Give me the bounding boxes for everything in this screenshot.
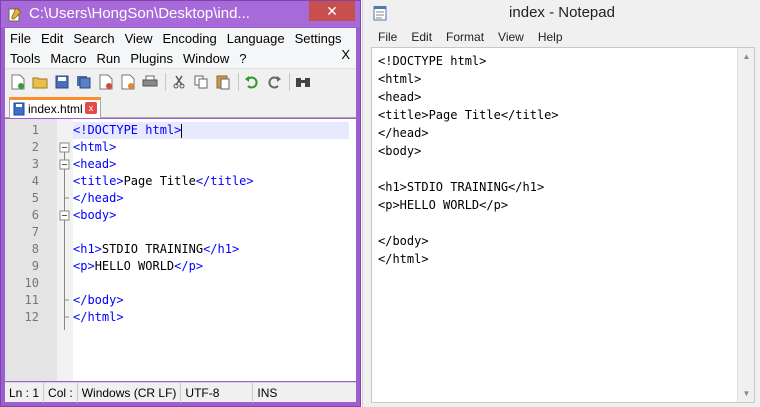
save-all-icon[interactable]	[75, 73, 93, 91]
menu-macro[interactable]: Macro	[45, 51, 91, 66]
menu-language[interactable]: Language	[222, 31, 290, 46]
menu-edit[interactable]: Edit	[36, 31, 68, 46]
line-number: 7	[31, 225, 39, 239]
menu-file[interactable]: File	[5, 31, 36, 46]
menu-edit[interactable]: Edit	[404, 30, 439, 44]
close-all-icon[interactable]	[119, 73, 137, 91]
document-tabs: index.html x	[5, 94, 356, 118]
cut-icon[interactable]	[170, 73, 188, 91]
notepadpp-window: C:\Users\HongSon\Desktop\ind... ✕ File E…	[0, 0, 361, 407]
code-line: <head>	[73, 157, 117, 171]
vertical-scrollbar[interactable]: ▲ ▼	[737, 48, 754, 402]
code-line: <html>	[73, 140, 117, 154]
status-bar: Ln : 1 Col : Windows (CR LF) UTF-8 INS	[5, 382, 356, 403]
line-number: 8	[31, 242, 39, 256]
title-bar[interactable]: C:\Users\HongSon\Desktop\ind... ✕	[1, 1, 360, 27]
line-number: 2	[31, 140, 39, 154]
file-saved-icon	[13, 102, 25, 116]
code-line: <h1>STDIO TRAINING</h1>	[73, 242, 240, 256]
fold-margin	[57, 119, 73, 381]
menu-bar: File Edit Search View Encoding Language …	[5, 28, 356, 68]
code-line: </html>	[73, 310, 124, 324]
new-file-icon[interactable]	[9, 73, 27, 91]
menu-help[interactable]: Help	[531, 30, 570, 44]
undo-icon[interactable]	[243, 73, 261, 91]
copy-icon[interactable]	[192, 73, 210, 91]
toolbar-divider	[238, 72, 239, 91]
menu-file[interactable]: File	[371, 30, 404, 44]
line-number: 3	[31, 157, 39, 171]
code-editor[interactable]: 1 2 3 4 5 6 7 8 9 10 11 12 <!DOCTYPE htm…	[5, 119, 356, 381]
title-bar[interactable]: index - Notepad	[363, 0, 760, 26]
menu-encoding[interactable]: Encoding	[158, 31, 222, 46]
menu-settings[interactable]: Settings	[290, 31, 347, 46]
menu-view[interactable]: View	[491, 30, 531, 44]
code-line: <title>Page Title</title>	[73, 174, 254, 188]
menu-row-2: Tools Macro Run Plugins Window ?	[5, 48, 251, 68]
line-number: 4	[31, 174, 39, 188]
find-icon[interactable]	[294, 73, 312, 91]
open-file-icon[interactable]	[31, 73, 49, 91]
status-column: Col :	[44, 382, 78, 403]
tab-index-html[interactable]: index.html x	[9, 97, 101, 118]
code-line: <p>HELLO WORLD</p>	[73, 259, 204, 273]
code-line: <body>	[73, 208, 117, 222]
save-icon[interactable]	[53, 73, 71, 91]
line-number: 9	[31, 259, 39, 273]
close-file-icon[interactable]	[97, 73, 115, 91]
menu-format[interactable]: Format	[439, 30, 491, 44]
text-editor[interactable]: <!DOCTYPE html> <html> <head> <title>Pag…	[371, 47, 755, 403]
menu-plugins[interactable]: Plugins	[125, 51, 178, 66]
close-window-button[interactable]: ✕	[309, 1, 355, 21]
line-number: 11	[24, 293, 39, 307]
menu-tools[interactable]: Tools	[5, 51, 45, 66]
status-insert-mode: INS	[257, 385, 278, 400]
print-icon[interactable]	[141, 73, 159, 91]
code-line: <!DOCTYPE html>	[73, 122, 349, 139]
code-area[interactable]: <!DOCTYPE html> <html> <head> <title>Pag…	[73, 119, 356, 381]
line-number: 6	[31, 208, 39, 222]
scroll-up-icon[interactable]: ▲	[738, 48, 755, 65]
text-content[interactable]: <!DOCTYPE html> <html> <head> <title>Pag…	[378, 52, 728, 397]
tab-label: index.html	[28, 102, 83, 116]
code-line: </body>	[73, 293, 124, 307]
line-number: 1	[31, 123, 39, 137]
close-document-button[interactable]: X	[341, 47, 350, 62]
menu-window[interactable]: Window	[178, 51, 234, 66]
line-number-gutter: 1 2 3 4 5 6 7 8 9 10 11 12	[5, 119, 57, 381]
menu-view[interactable]: View	[120, 31, 158, 46]
line-number: 12	[24, 310, 39, 324]
redo-icon[interactable]	[265, 73, 283, 91]
scroll-down-icon[interactable]: ▼	[738, 385, 755, 402]
line-number: 5	[31, 191, 39, 205]
window-title: index - Notepad	[509, 4, 615, 21]
menu-run[interactable]: Run	[91, 51, 125, 66]
tab-close-icon[interactable]: x	[85, 102, 97, 114]
menu-row-1: File Edit Search View Encoding Language …	[5, 28, 347, 48]
line-number: 10	[24, 276, 39, 290]
code-line: </head>	[73, 191, 124, 205]
toolbar-divider	[289, 72, 290, 91]
paste-icon[interactable]	[214, 73, 232, 91]
status-encoding: UTF-8	[181, 382, 254, 403]
toolbar	[5, 68, 356, 94]
menu-help[interactable]: ?	[234, 51, 251, 66]
menu-bar: File Edit Format View Help	[371, 27, 570, 47]
notepadpp-app-icon	[8, 7, 22, 22]
notepad-window: index - Notepad File Edit Format View He…	[362, 0, 760, 407]
menu-search[interactable]: Search	[68, 31, 119, 46]
toolbar-divider	[165, 72, 166, 91]
status-eol: Windows (CR LF)	[78, 382, 182, 403]
status-line: Ln : 1	[5, 382, 45, 403]
window-title: C:\Users\HongSon\Desktop\ind...	[29, 5, 250, 22]
